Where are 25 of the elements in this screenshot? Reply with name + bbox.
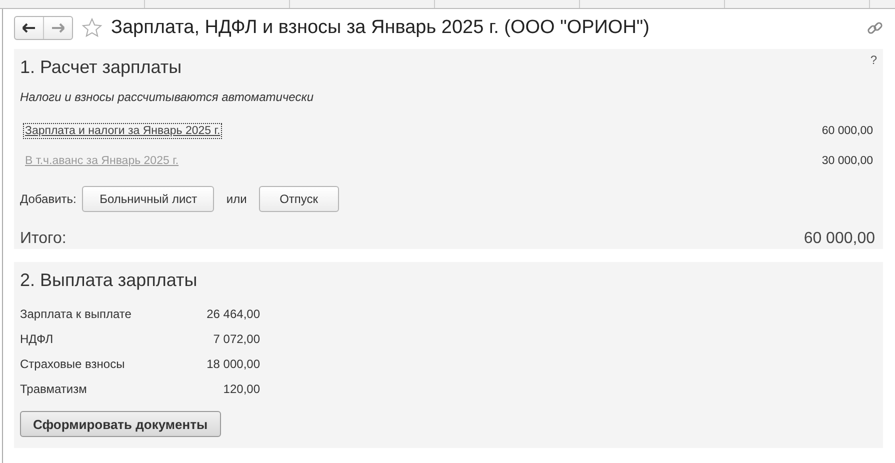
total-amount: 60 000,00 bbox=[804, 230, 875, 248]
row-label: Травматизм bbox=[20, 382, 88, 396]
row-label: НДФЛ bbox=[20, 332, 54, 346]
link-icon[interactable] bbox=[867, 20, 883, 36]
amount-text: 18 000,00 bbox=[206, 356, 260, 370]
total-label: Итого: bbox=[20, 230, 66, 248]
document-link[interactable]: Зарплата и налоги за Январь 2025 г. bbox=[24, 124, 222, 138]
help-link[interactable]: ? bbox=[870, 53, 877, 67]
add-label: Добавить: bbox=[20, 192, 76, 206]
info-note: Налоги и взносы рассчитываются автоматически bbox=[20, 90, 314, 104]
amount-text: 26 464,00 bbox=[206, 306, 260, 320]
amount-text: 30 000,00 bbox=[822, 155, 873, 167]
section-heading: 2. Выплата зарплаты bbox=[20, 270, 198, 291]
vacation-button[interactable]: Отпуск bbox=[258, 186, 339, 212]
row-label: Зарплата к выплате bbox=[20, 306, 132, 320]
generate-documents-button[interactable]: Сформировать документы bbox=[20, 411, 221, 437]
window-title: Зарплата, НДФЛ и взносы за Январь 2025 г. (ООО "ОРИОН") bbox=[111, 17, 651, 39]
section-heading: 1. Расчет зарплаты bbox=[20, 57, 182, 78]
sick-leave-button[interactable]: Больничный лист bbox=[82, 186, 214, 212]
amount-text: 7 072,00 bbox=[212, 332, 260, 346]
row-label: Страховые взносы bbox=[20, 356, 126, 370]
star-icon[interactable] bbox=[81, 17, 103, 39]
amount-text: 120,00 bbox=[222, 382, 260, 396]
amount-text: 60 000,00 bbox=[822, 125, 873, 137]
or-label: или bbox=[226, 192, 247, 206]
